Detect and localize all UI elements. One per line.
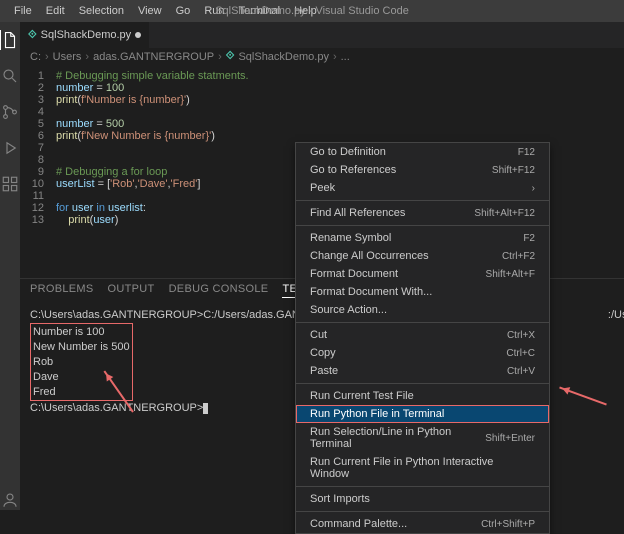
context-menu-separator [296,511,549,512]
context-menu-separator [296,383,549,384]
extensions-icon[interactable] [0,174,20,194]
context-menu-item[interactable]: Run Current Test File [296,387,549,405]
context-menu-item[interactable]: Run Python File in Terminal [296,405,549,423]
context-menu-item[interactable]: Run Selection/Line in Python TerminalShi… [296,423,549,453]
context-menu-item[interactable]: Sort Imports [296,490,549,508]
source-control-icon[interactable] [0,102,20,122]
context-menu-item[interactable]: Change All OccurrencesCtrl+F2 [296,247,549,265]
tab-bar: ⟐ SqlShackDemo.py [20,22,624,48]
menu-file[interactable]: File [8,3,38,19]
unsaved-indicator-icon [135,32,141,38]
context-menu-separator [296,486,549,487]
terminal-cursor [203,403,208,414]
files-icon[interactable] [0,30,19,50]
context-menu-item[interactable]: Format DocumentShift+Alt+F [296,265,549,283]
context-menu-item[interactable]: Go to DefinitionF12 [296,143,549,161]
context-menu-separator [296,200,549,201]
context-menu[interactable]: Go to DefinitionF12Go to ReferencesShift… [295,142,550,534]
menu-selection[interactable]: Selection [73,3,130,19]
context-menu-item[interactable]: Command Palette...Ctrl+Shift+P [296,515,549,533]
context-menu-item[interactable]: Format Document With... [296,283,549,301]
context-menu-item[interactable]: PasteCtrl+V [296,362,549,380]
context-menu-item[interactable]: Run Current File in Python Interactive W… [296,453,549,483]
menu-go[interactable]: Go [170,3,197,19]
context-menu-item[interactable]: Go to ReferencesShift+F12 [296,161,549,179]
tab-filename: SqlShackDemo.py [41,29,132,41]
context-menu-item[interactable]: Peek› [296,179,549,197]
context-menu-item[interactable]: Rename SymbolF2 [296,229,549,247]
window-title: SqlShackDemo.py - Visual Studio Code [215,5,409,17]
context-menu-item[interactable]: CutCtrl+X [296,326,549,344]
breadcrumb[interactable]: C:› Users› adas.GANTNERGROUP› ⟐SqlShackD… [20,48,624,66]
context-menu-separator [296,322,549,323]
tab-problems[interactable]: PROBLEMS [30,283,94,298]
context-menu-separator [296,225,549,226]
search-icon[interactable] [0,66,20,86]
menu-edit[interactable]: Edit [40,3,71,19]
tab-debug-console[interactable]: DEBUG CONSOLE [169,283,269,298]
context-menu-item[interactable]: CopyCtrl+C [296,344,549,362]
titlebar: File Edit Selection View Go Run Terminal… [0,0,624,22]
editor-tab[interactable]: ⟐ SqlShackDemo.py [20,22,150,48]
debug-icon[interactable] [0,138,20,158]
context-menu-item[interactable]: Find All ReferencesShift+Alt+F12 [296,204,549,222]
activity-bar [0,22,20,510]
account-icon[interactable] [0,490,20,510]
tab-output[interactable]: OUTPUT [108,283,155,298]
menu-view[interactable]: View [132,3,168,19]
context-menu-item[interactable]: Source Action... [296,301,549,319]
python-icon: ⟐ [28,29,37,42]
